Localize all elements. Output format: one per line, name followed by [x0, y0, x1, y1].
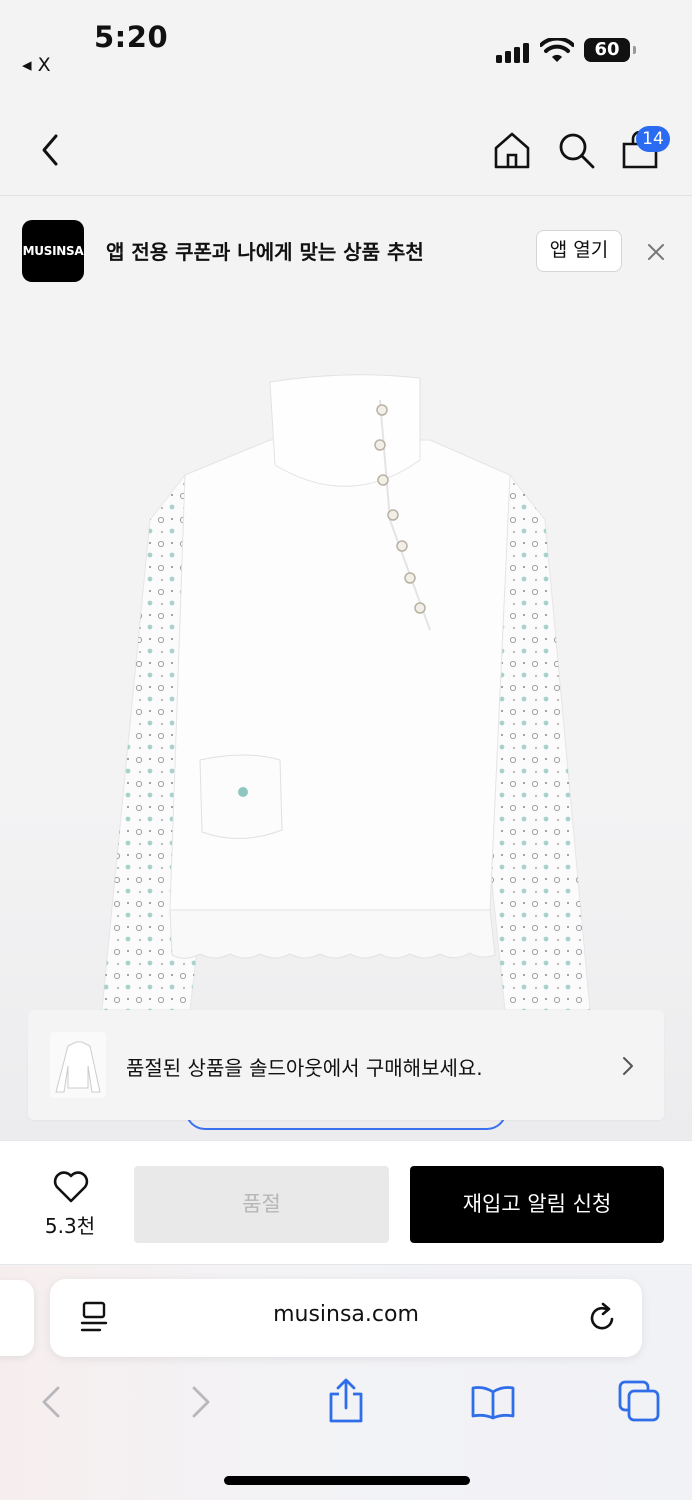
soldout-notice-text: 품절된 상품을 솔드아웃에서 구매해보세요.	[126, 1056, 483, 1080]
reload-icon[interactable]	[588, 1301, 618, 1333]
product-page: 5:20 ◂ X 60 14 MUSINSA 앱 전용 쿠폰과 나에게 맞는 상…	[0, 0, 692, 1500]
share-icon[interactable]	[326, 1378, 366, 1424]
like-count: 5.3천	[44, 1214, 96, 1238]
tabs-icon[interactable]	[618, 1380, 660, 1422]
product-thumbnail	[50, 1032, 106, 1098]
divider	[0, 195, 692, 196]
search-icon[interactable]	[556, 130, 596, 170]
product-image[interactable]	[90, 370, 610, 1020]
wifi-icon	[540, 38, 574, 62]
musinsa-logo: MUSINSA	[22, 220, 84, 282]
home-icon[interactable]	[492, 130, 532, 170]
signal-icon	[496, 41, 529, 63]
bookmarks-icon[interactable]	[470, 1384, 516, 1420]
soldout-button: 품절	[134, 1166, 389, 1243]
previous-tab-preview[interactable]	[0, 1280, 34, 1356]
app-banner-text: 앱 전용 쿠폰과 나에게 맞는 상품 추천	[106, 240, 424, 264]
open-app-button[interactable]: 앱 열기	[536, 230, 622, 272]
chevron-right-icon	[623, 1057, 633, 1075]
back-arrow-icon[interactable]	[40, 1385, 62, 1419]
forward-arrow-icon[interactable]	[190, 1385, 212, 1419]
close-icon[interactable]	[645, 241, 667, 263]
home-indicator	[224, 1476, 470, 1485]
url-text[interactable]: musinsa.com	[50, 1302, 642, 1327]
cart-count-badge: 14	[636, 126, 670, 152]
battery-icon: 60	[584, 38, 636, 62]
back-icon[interactable]	[36, 130, 66, 170]
heart-icon[interactable]	[52, 1170, 90, 1204]
status-time: 5:20	[94, 20, 169, 54]
restock-alert-button[interactable]: 재입고 알림 신청	[410, 1166, 664, 1243]
back-to-app[interactable]: ◂ X	[22, 54, 51, 76]
